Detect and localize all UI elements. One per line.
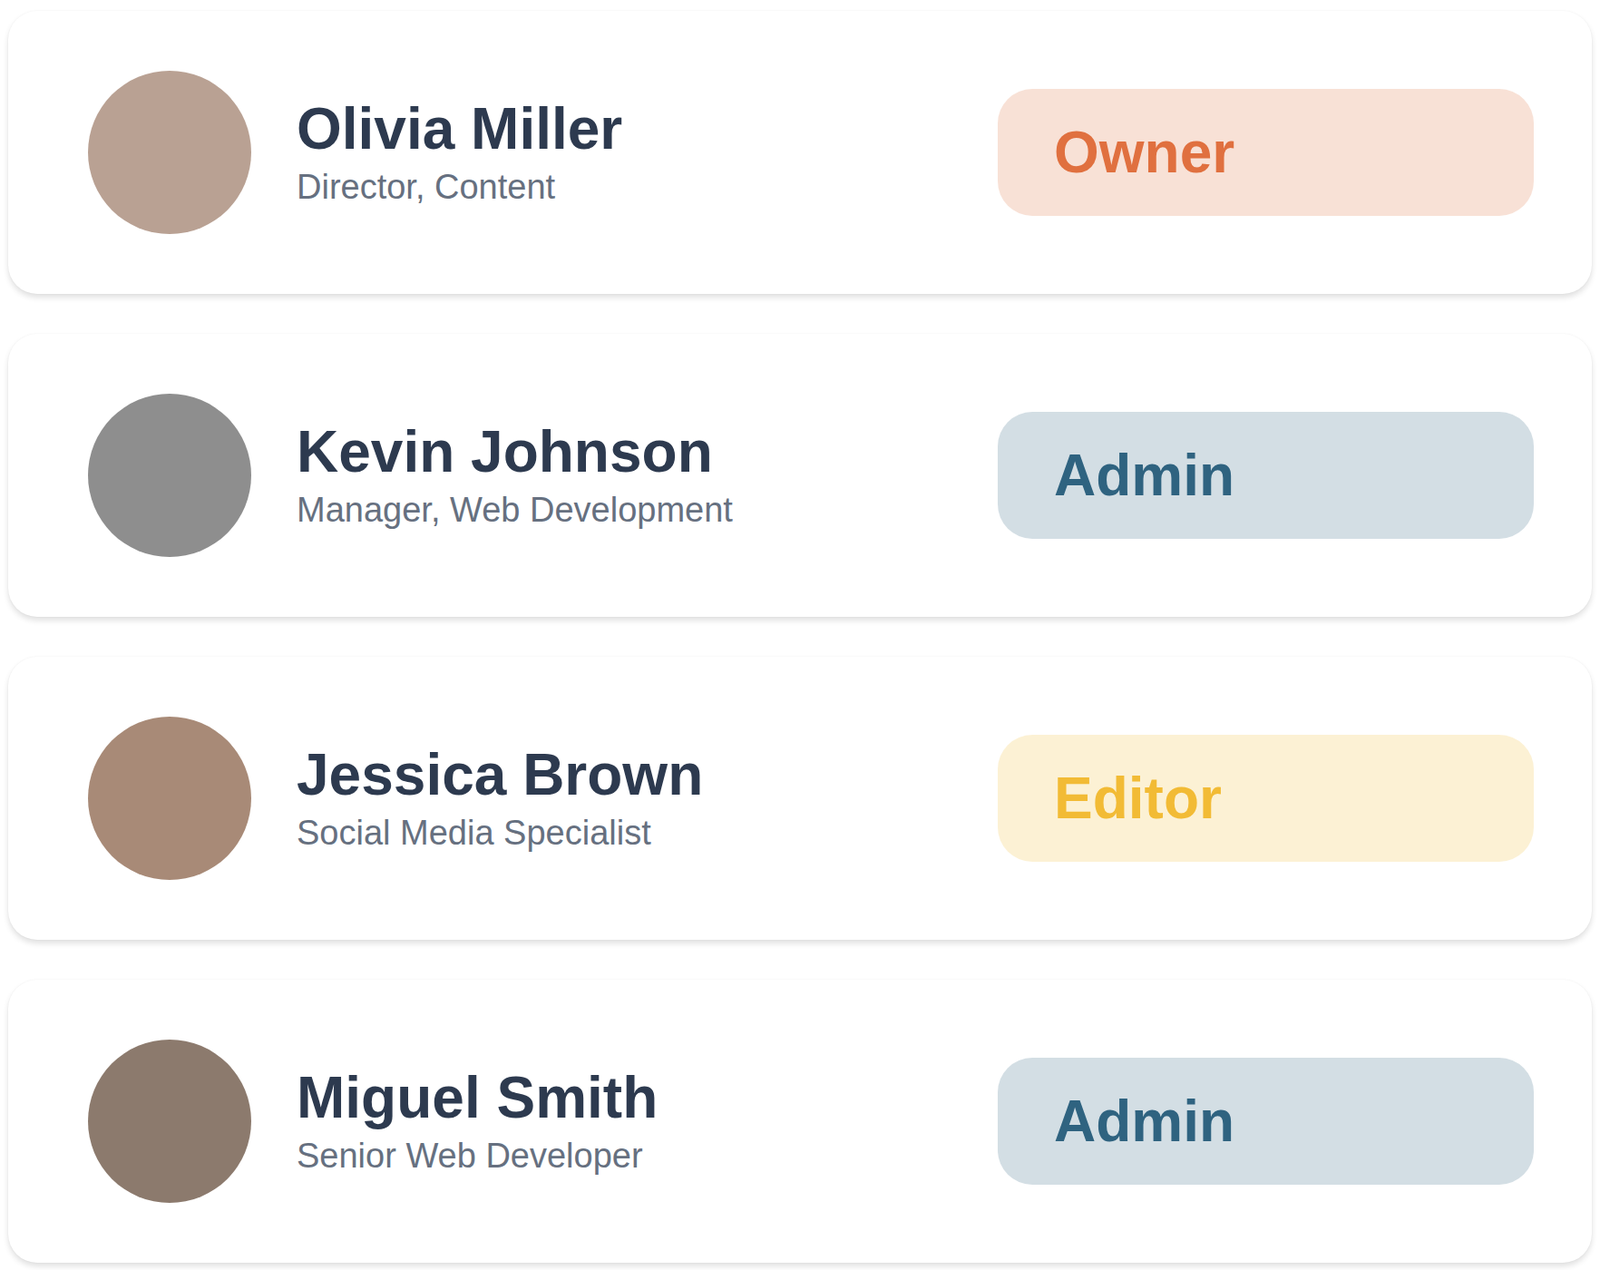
member-info: Miguel SmithSenior Web Developer xyxy=(296,1064,998,1177)
member-card[interactable]: Olivia MillerDirector, ContentOwner xyxy=(8,10,1592,294)
role-badge[interactable]: Admin xyxy=(997,1057,1534,1185)
role-badge[interactable]: Owner xyxy=(997,88,1534,216)
member-title: Manager, Web Development xyxy=(296,489,998,532)
member-card[interactable]: Jessica BrownSocial Media SpecialistEdit… xyxy=(8,656,1592,940)
member-name: Miguel Smith xyxy=(296,1064,998,1132)
member-list: Olivia MillerDirector, ContentOwner Kevin… xyxy=(0,0,1600,1270)
avatar-photo xyxy=(87,393,252,557)
member-info: Jessica BrownSocial Media Specialist xyxy=(296,741,998,854)
avatar-photo xyxy=(87,716,252,880)
member-name: Olivia Miller xyxy=(296,96,998,164)
member-title: Director, Content xyxy=(296,166,998,209)
avatar-photo xyxy=(87,70,252,235)
role-badge[interactable]: Admin xyxy=(997,411,1534,539)
member-card[interactable]: Kevin JohnsonManager, Web DevelopmentAdm… xyxy=(8,333,1592,617)
member-info: Olivia MillerDirector, Content xyxy=(296,96,998,208)
role-badge[interactable]: Editor xyxy=(997,734,1534,862)
member-title: Social Media Specialist xyxy=(296,812,998,855)
member-title: Senior Web Developer xyxy=(296,1135,998,1178)
member-info: Kevin JohnsonManager, Web Development xyxy=(296,419,998,531)
member-card[interactable]: Miguel SmithSenior Web DeveloperAdmin xyxy=(8,979,1592,1263)
member-name: Kevin Johnson xyxy=(296,419,998,487)
member-name: Jessica Brown xyxy=(296,741,998,810)
avatar-photo xyxy=(87,1039,252,1203)
